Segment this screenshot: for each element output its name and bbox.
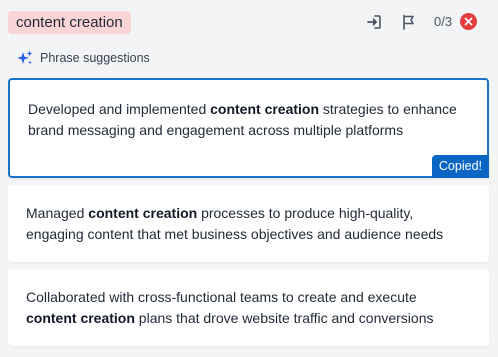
usage-counter: 0/3 [434, 14, 453, 29]
close-icon [464, 17, 473, 26]
keyword-chip: content creation [8, 11, 131, 34]
keyword-header: content creation 0/3 [0, 0, 498, 44]
suggestion-keyword: content creation [26, 309, 135, 326]
suggestion-card[interactable]: Developed and implemented content creati… [8, 78, 489, 178]
suggestion-card[interactable]: Collaborated with cross-functional teams… [8, 269, 489, 346]
suggestion-keyword: content creation [88, 205, 198, 221]
sparkle-icon [16, 49, 34, 67]
suggestion-keyword: content creation [210, 101, 320, 117]
suggestion-text-before: Managed [26, 205, 89, 221]
phrase-suggestions-label: Phrase suggestions [40, 51, 150, 65]
copied-badge: Copied! [431, 155, 489, 178]
suggestion-text-after: plans that drove website traffic and con… [134, 309, 434, 326]
sign-in-icon[interactable] [365, 13, 383, 31]
suggestion-text: Managed content creation processes to pr… [26, 203, 471, 244]
flag-icon[interactable] [400, 13, 418, 31]
suggestion-card[interactable]: Managed content creation processes to pr… [8, 185, 489, 262]
suggestion-text-before: Collaborated with cross-functional teams… [26, 289, 417, 305]
suggestion-text: Developed and implemented content creati… [28, 99, 469, 140]
suggestion-text: Collaborated with cross-functional teams… [26, 287, 471, 328]
suggestion-text-before: Developed and implemented [28, 101, 211, 117]
phrase-suggestions-header: Phrase suggestions [16, 49, 150, 67]
close-button[interactable] [460, 13, 477, 30]
